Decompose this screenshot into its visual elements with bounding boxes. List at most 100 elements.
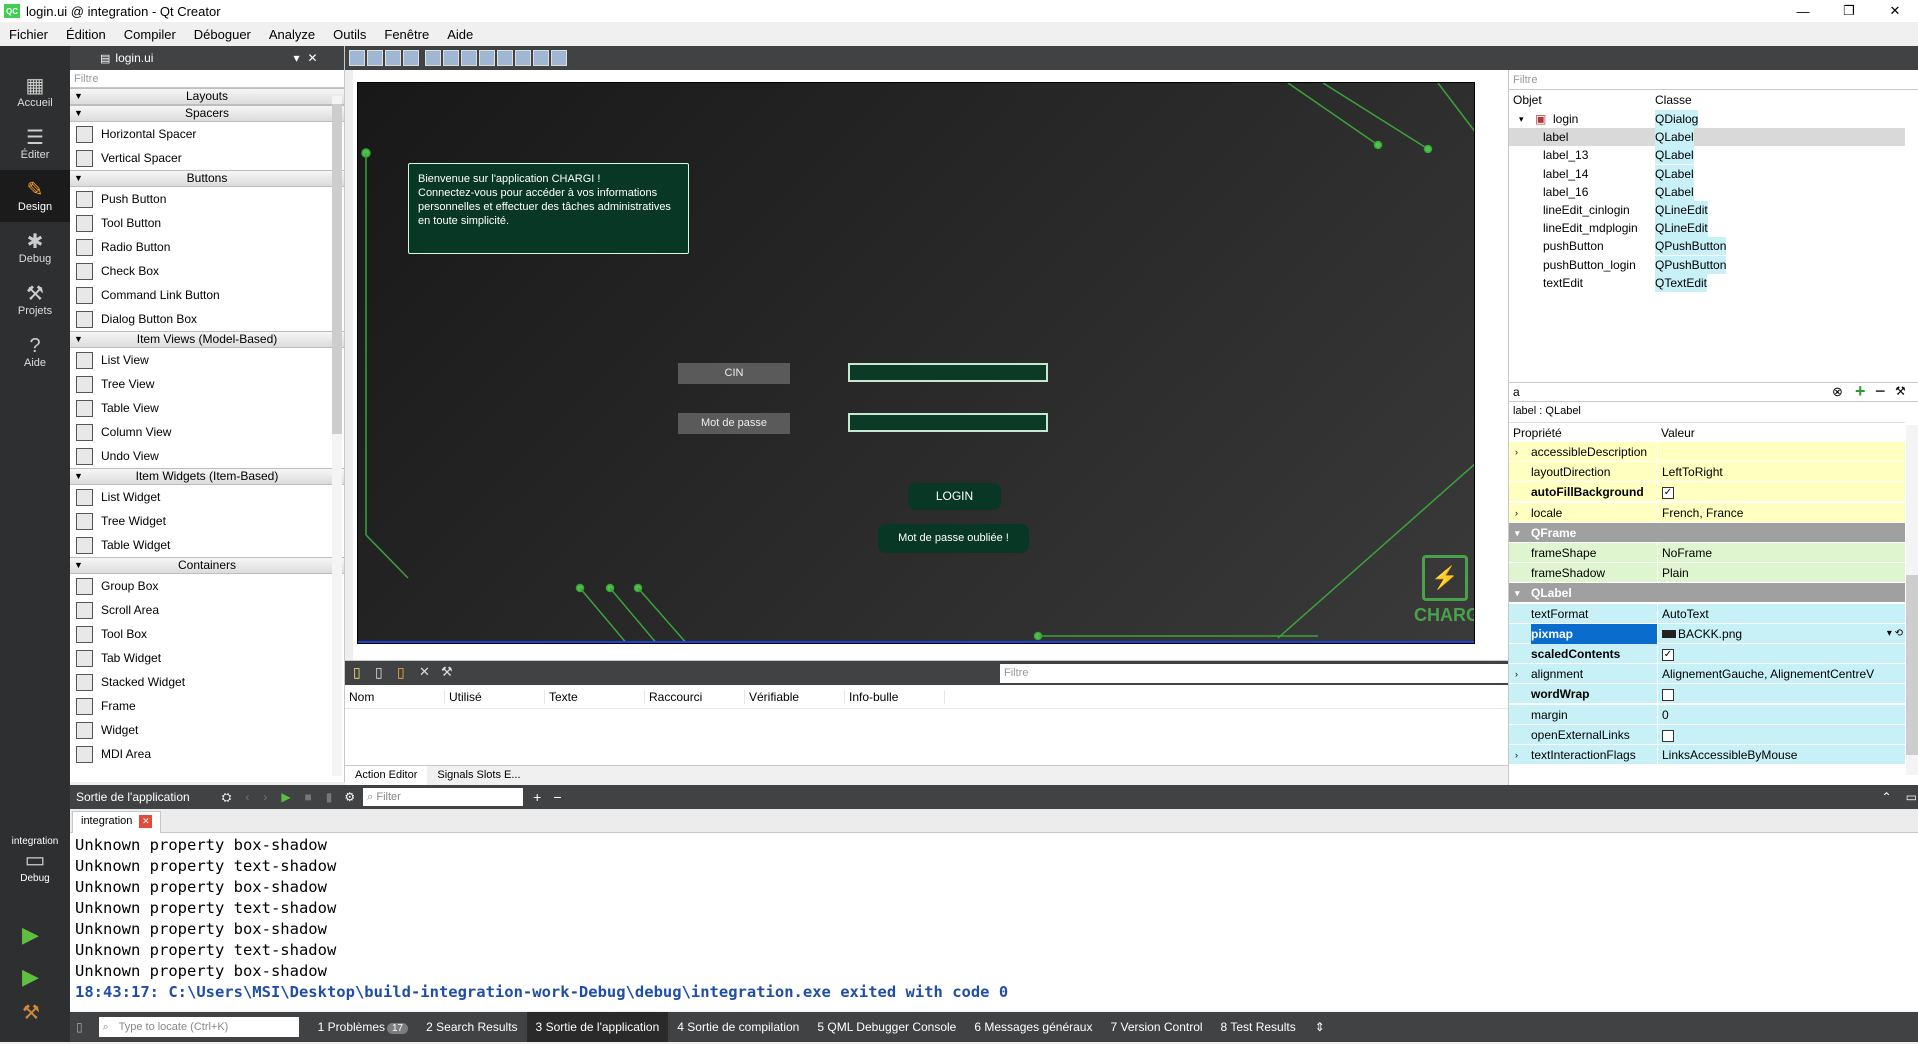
property-value[interactable]: Plain [1657,563,1905,584]
widget-list-view[interactable]: List View [70,348,344,372]
edit-widgets-icon[interactable] [349,50,365,66]
checkbox[interactable]: ✓ [1662,648,1674,661]
object-row-label[interactable]: label QLabel [1509,128,1905,147]
mode-aide[interactable]: ? Aide [0,326,70,378]
adjust-size-icon[interactable] [551,50,567,66]
add-icon[interactable]: + [533,789,541,805]
object-row-login[interactable]: ▾ ▣ login QDialog [1509,110,1905,128]
status-tab-messages-g-n-raux[interactable]: 6 Messages généraux [965,1012,1101,1042]
property-value[interactable]: French, France [1657,502,1905,523]
checkbox[interactable] [1662,729,1674,742]
close-button[interactable]: ✕ [1872,0,1918,22]
remove-property-icon[interactable]: − [1875,381,1886,402]
menu-deboguer[interactable]: Déboguer [185,27,260,42]
property-accessibledescription[interactable]: › accessibleDescription [1509,442,1905,462]
property-value[interactable]: ✓ [1657,482,1905,503]
remove-icon[interactable]: − [553,789,561,805]
category-item-widgets-item-based[interactable]: ▼ Item Widgets (Item-Based) [70,468,344,485]
close-tab-icon[interactable]: ✕ [139,815,153,828]
menu-fenetre[interactable]: Fenêtre [375,27,438,42]
category-item-views-model-based[interactable]: ▼ Item Views (Model-Based) [70,331,344,348]
widget-stacked-widget[interactable]: Stacked Widget [70,670,344,694]
checkbox[interactable] [1662,689,1674,702]
menu-fichier[interactable]: Fichier [0,27,57,42]
widget-filter-input[interactable]: Filtre [70,70,344,88]
configure-icon[interactable]: ⚒ [441,664,453,680]
mode-debug[interactable]: ✱ Debug [0,222,70,274]
category-buttons[interactable]: ▼ Buttons [70,170,344,187]
property-value[interactable] [1657,684,1905,705]
chevron-down-icon[interactable]: ▾ [1515,523,1520,543]
property-pixmap[interactable]: pixmap BACKK.png ▾ ⟲ [1509,623,1905,644]
property-qlabel[interactable]: ▾ QLabel [1509,583,1905,604]
widget-column-view[interactable]: Column View [70,420,344,444]
col-classe[interactable]: Classe [1655,93,1692,107]
category-layouts[interactable]: ▼ Layouts [70,88,344,105]
widget-tree-view[interactable]: Tree View [70,372,344,396]
col-nom[interactable]: Nom [345,689,445,704]
prev-icon[interactable]: ‹ [245,790,249,804]
layout-vertical-icon[interactable] [443,50,459,66]
chevron-right-icon[interactable]: › [1515,442,1518,462]
property-value[interactable]: ✓ [1657,644,1905,664]
menu-outils[interactable]: Outils [324,27,375,42]
col-raccourci[interactable]: Raccourci [645,689,745,704]
widget-horizontal-spacer[interactable]: Horizontal Spacer [70,122,344,146]
status-tab-version-control[interactable]: 7 Version Control [1101,1012,1211,1042]
mode-editer[interactable]: ☰ Éditer [0,118,70,170]
widget-list-widget[interactable]: List Widget [70,485,344,509]
status-tab-test-results[interactable]: 8 Test Results [1212,1012,1305,1042]
property-search-input[interactable]: a [1513,385,1520,399]
property-value[interactable]: BACKK.png ▾ ⟲ [1657,623,1905,644]
splitter-horizontal-icon[interactable] [461,50,477,66]
property-textformat[interactable]: textFormat AutoText [1509,603,1905,624]
widget-vertical-spacer[interactable]: Vertical Spacer [70,146,344,170]
property-value[interactable]: AutoText [1657,603,1905,624]
property-value[interactable]: NoFrame [1657,543,1905,563]
property-layoutdirection[interactable]: layoutDirection LeftToRight [1509,462,1905,483]
property-value[interactable] [1657,724,1905,745]
widget-radio-button[interactable]: Radio Button [70,235,344,259]
toggle-sidebar-icon[interactable]: ▯ [76,1020,83,1034]
output-tab-integration[interactable]: integration ✕ [72,811,162,833]
menu-aide[interactable]: Aide [438,27,482,42]
login-form-preview[interactable]: Bienvenue sur l'application CHARGI ! Con… [357,82,1475,644]
widget-tool-button[interactable]: Tool Button [70,211,344,235]
status-tab-search-results[interactable]: 2 Search Results [417,1012,526,1042]
chevron-down-icon[interactable]: ▾ [1515,583,1520,603]
property-scaledcontents[interactable]: scaledContents ✓ [1509,644,1905,664]
property-alignment[interactable]: › alignment AlignementGauche, AlignementCe… [1509,664,1905,685]
property-value[interactable]: LeftToRight [1657,462,1905,483]
status-tab-probl-mes[interactable]: 1 Problèmes 17 [309,1012,418,1042]
next-icon[interactable]: › [263,790,267,804]
minimize-button[interactable]: — [1780,0,1826,22]
object-row-textedit[interactable]: textEdit QTextEdit [1509,273,1905,292]
configure-icon[interactable]: ⚒ [1895,384,1906,398]
gear-icon[interactable]: ⚙ [344,790,355,804]
widget-table-widget[interactable]: Table Widget [70,533,344,557]
break-layout-icon[interactable] [533,50,549,66]
widget-tab-widget[interactable]: Tab Widget [70,646,344,670]
clear-search-icon[interactable]: ⊗ [1832,384,1843,400]
paste-action-icon[interactable]: ▯ [397,664,405,681]
property-wordwrap[interactable]: wordWrap [1509,684,1905,705]
chevron-updown-icon[interactable]: ⇕ [1315,1020,1325,1034]
chevron-right-icon[interactable]: › [1515,664,1518,684]
object-row-label-13[interactable]: label_13 QLabel [1509,146,1905,165]
delete-action-icon[interactable]: ✕ [419,664,430,680]
menu-edition[interactable]: Édition [57,27,115,42]
maximize-pane-icon[interactable]: ▭ [1906,790,1917,804]
chevron-up-icon[interactable]: ⌃ [1882,790,1892,804]
edit-tab-order-icon[interactable] [403,50,419,66]
status-tab-qml-debugger-console[interactable]: 5 QML Debugger Console [808,1012,965,1042]
property-frameshape[interactable]: frameShape NoFrame [1509,543,1905,563]
menu-compiler[interactable]: Compiler [115,27,185,42]
mode-projets[interactable]: ⚒ Projets [0,274,70,326]
chevron-down-icon[interactable]: ▾ [293,51,299,65]
widget-push-button[interactable]: Push Button [70,187,344,211]
col-verifiable[interactable]: Vérifiable [745,689,845,704]
edit-buddies-icon[interactable] [385,50,401,66]
attach-icon[interactable]: ▮ [326,790,333,804]
property-autofillbackground[interactable]: autoFillBackground ✓ [1509,482,1905,503]
category-containers[interactable]: ▼ Containers [70,557,344,574]
